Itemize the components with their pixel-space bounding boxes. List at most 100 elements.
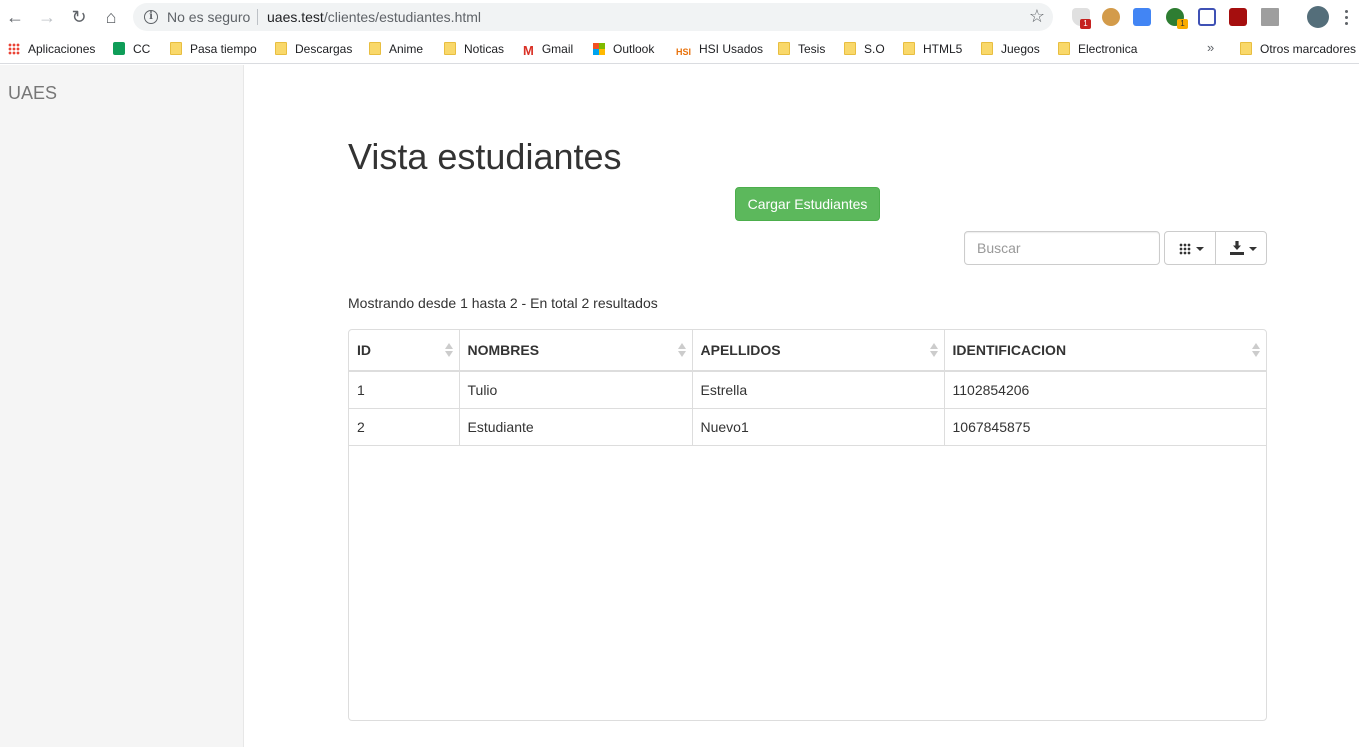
sort-icon (677, 343, 686, 358)
bookmark-label: Descargas (295, 42, 353, 56)
address-bar[interactable]: i No es seguro uaes.test/clientes/estudi… (133, 3, 1053, 31)
reload-icon[interactable]: ↻ (68, 6, 90, 28)
bookmark-label: Noticas (464, 42, 505, 56)
column-header-label: APELLIDOS (700, 342, 781, 358)
column-header-nombres[interactable]: NOMBRES (459, 330, 693, 372)
url-path: /clientes/estudiantes.html (323, 9, 482, 25)
profile-avatar[interactable] (1307, 6, 1329, 28)
column-header-label: IDENTIFICACION (952, 342, 1067, 358)
folder-icon (844, 42, 856, 55)
security-status: No es seguro (167, 9, 251, 25)
bookmark-tesis[interactable]: Tesis (778, 41, 825, 57)
translate-extension-icon[interactable] (1133, 8, 1151, 26)
folder-icon (369, 42, 381, 55)
bookmark-html5[interactable]: HTML5 (903, 41, 962, 57)
folder-icon (1058, 42, 1070, 55)
sidebar: UAES (0, 65, 244, 747)
bookmark-juegos[interactable]: Juegos (981, 41, 1040, 57)
bookmark-label: Tesis (798, 42, 826, 56)
home-icon[interactable]: ⌂ (100, 6, 122, 28)
browser-toolbar: ← → ↻ ⌂ i No es seguro uaes.test/cliente… (0, 0, 1359, 34)
bookmark-label: Juegos (1001, 42, 1040, 56)
bookmark-descargas[interactable]: Descargas (275, 41, 352, 57)
gmail-icon: M (523, 43, 534, 58)
bookmark-electronica[interactable]: Electronica (1058, 41, 1137, 57)
columns-toggle-button[interactable] (1164, 231, 1216, 265)
column-header-apellidos[interactable]: APELLIDOS (692, 330, 945, 372)
bookmark-label: HTML5 (923, 42, 963, 56)
hsi-icon: HSI (676, 47, 692, 57)
bookmark-pasa-tiempo[interactable]: Pasa tiempo (170, 41, 257, 57)
more-menu-icon[interactable] (1333, 2, 1359, 32)
extension-badge: 1 (1080, 19, 1091, 29)
bookmark-star-icon[interactable]: ☆ (1029, 6, 1045, 27)
search-input[interactable] (964, 231, 1160, 265)
forward-arrow-icon[interactable]: → (36, 6, 58, 28)
bookmark-gmail[interactable]: M Gmail (523, 41, 574, 58)
extension-icon[interactable] (1261, 8, 1279, 26)
bookmark-label: Pasa tiempo (190, 42, 257, 56)
url-text[interactable]: uaes.test/clientes/estudiantes.html (267, 9, 481, 25)
extension-badge: 1 (1177, 19, 1188, 29)
table-row[interactable]: 1 Tulio Estrella 1102854206 (349, 371, 1266, 409)
bookmark-outlook[interactable]: Outlook (593, 41, 654, 57)
grid-icon (1179, 243, 1191, 255)
main-content: Vista estudiantes Cargar Estudiantes Mos… (244, 65, 1359, 747)
cell-apellidos: Estrella (692, 371, 945, 409)
export-icon (1230, 241, 1244, 256)
cell-nombres: Tulio (459, 371, 693, 409)
pagination-info: Mostrando desde 1 hasta 2 - En total 2 r… (348, 295, 658, 311)
info-icon[interactable]: i (144, 10, 158, 24)
cell-apellidos: Nuevo1 (692, 408, 945, 446)
table-row[interactable]: 2 Estudiante Nuevo1 1067845875 (349, 408, 1266, 446)
cell-id: 1 (349, 371, 460, 409)
divider (257, 9, 258, 25)
students-table: ID NOMBRES APELLIDOS IDENTIFICACION 1 Tu… (348, 329, 1267, 721)
folder-icon (1240, 42, 1252, 55)
bookmark-noticas[interactable]: Noticas (444, 41, 504, 57)
bookmark-label: Outlook (613, 42, 655, 56)
folder-icon (778, 42, 790, 55)
grid-extension-icon[interactable] (1198, 8, 1216, 26)
bookmark-so[interactable]: S.O (844, 41, 885, 57)
column-header-identificacion[interactable]: IDENTIFICACION (944, 330, 1266, 372)
cookie-extension-icon[interactable] (1102, 8, 1120, 26)
folder-icon (275, 42, 287, 55)
export-button[interactable] (1215, 231, 1267, 265)
sort-icon (444, 343, 453, 358)
cell-nombres: Estudiante (459, 408, 693, 446)
bookmark-otros-marcadores[interactable]: Otros marcadores (1240, 41, 1356, 57)
sheets-icon (113, 42, 125, 55)
sort-icon (929, 343, 938, 358)
bookmark-label: S.O (864, 42, 885, 56)
folder-icon (981, 42, 993, 55)
page-title: Vista estudiantes (348, 136, 622, 177)
cell-id: 2 (349, 408, 460, 446)
bookmark-label: CC (133, 42, 151, 56)
microsoft-icon (593, 43, 605, 55)
brand-logo[interactable]: UAES (8, 83, 57, 104)
back-arrow-icon[interactable]: ← (4, 6, 26, 28)
caret-down-icon (1196, 247, 1204, 251)
folder-icon (903, 42, 915, 55)
cell-identificacion: 1102854206 (944, 371, 1266, 409)
mega-extension-icon[interactable] (1229, 8, 1247, 26)
bookmark-label: Gmail (541, 42, 574, 56)
bookmark-cc[interactable]: CC (113, 41, 150, 57)
folder-icon (444, 42, 456, 55)
bookmark-anime[interactable]: Anime (369, 41, 423, 57)
table-toolbar (1164, 231, 1267, 265)
bookmark-label: HSI Usados (699, 42, 764, 56)
bookmark-hsi-usados[interactable]: HSI HSI Usados (676, 41, 763, 57)
bookmarks-bar: Aplicaciones CC Pasa tiempo Descargas An… (0, 34, 1359, 64)
more-bookmarks-chevron-icon[interactable]: » (1207, 40, 1214, 55)
bookmark-label: Anime (389, 42, 424, 56)
sort-icon (1252, 343, 1260, 358)
bookmark-label: Aplicaciones (28, 42, 96, 56)
apps-icon (8, 43, 20, 55)
url-host: uaes.test (267, 9, 324, 25)
load-students-button[interactable]: Cargar Estudiantes (735, 187, 880, 221)
bookmark-aplicaciones[interactable]: Aplicaciones (8, 41, 95, 57)
caret-down-icon (1249, 247, 1257, 251)
column-header-id[interactable]: ID (349, 330, 460, 372)
